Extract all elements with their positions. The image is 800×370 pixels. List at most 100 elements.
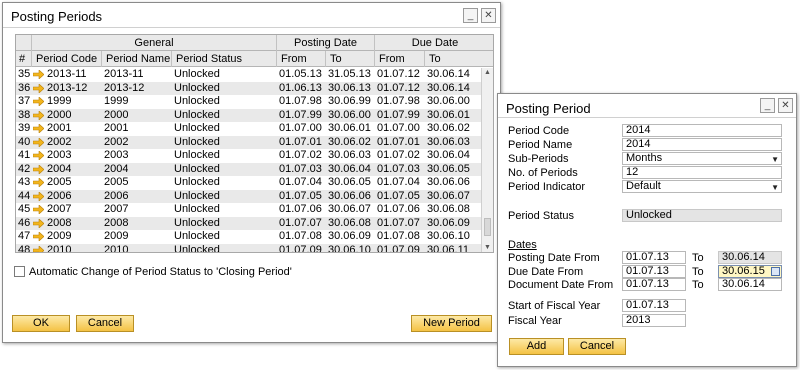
document-date-to-field[interactable]: 30.06.14 — [718, 278, 782, 291]
start-fiscal-year-field[interactable]: 01.07.13 — [622, 299, 686, 312]
cell-dd-from: 01.07.99 — [377, 108, 420, 121]
cell-dd-from: 01.07.98 — [377, 95, 420, 107]
table-row[interactable]: 43 2005 2005 Unlocked 01.07.04 30.06.05 01.07.… — [16, 176, 481, 190]
add-button[interactable]: Add — [509, 338, 564, 355]
posting-period-titlebar[interactable]: Posting Period _ ✕ — [498, 94, 796, 118]
cell-dd-to: 30.06.14 — [427, 68, 470, 80]
table-row[interactable]: 46 2008 2008 Unlocked 01.07.07 30.06.08 01.07.… — [16, 216, 481, 230]
cancel-button[interactable]: Cancel — [568, 338, 626, 355]
col-posting-from[interactable]: From — [277, 51, 326, 67]
cell-status: Unlocked — [174, 162, 220, 175]
sub-periods-select[interactable]: Months ▼ — [622, 152, 782, 165]
minimize-button[interactable]: _ — [760, 98, 775, 113]
link-arrow-icon[interactable] — [33, 97, 44, 106]
link-arrow-icon[interactable] — [33, 124, 44, 133]
cell-name: 2003 — [104, 149, 129, 161]
cell-status: Unlocked — [174, 135, 220, 148]
period-indicator-select[interactable]: Default ▼ — [622, 180, 782, 193]
cell-status: Unlocked — [174, 68, 220, 80]
table-row[interactable]: 41 2003 2003 Unlocked 01.07.02 30.06.03 01.07.… — [16, 149, 481, 163]
link-arrow-icon[interactable] — [33, 151, 44, 160]
cell-num: 45 — [18, 203, 31, 215]
grid-group-header: General Posting Date Due Date — [16, 35, 493, 51]
cell-pd-from: 01.07.09 — [279, 243, 322, 253]
new-period-button[interactable]: New Period — [411, 315, 492, 332]
close-button[interactable]: ✕ — [778, 98, 793, 113]
cell-pd-to: 31.05.13 — [328, 68, 371, 80]
auto-change-checkbox[interactable] — [14, 266, 25, 277]
col-posting-to[interactable]: To — [326, 51, 375, 67]
cancel-button[interactable]: Cancel — [76, 315, 134, 332]
link-arrow-icon[interactable] — [33, 70, 44, 79]
col-due-from[interactable]: From — [375, 51, 425, 67]
table-row[interactable]: 37 1999 1999 Unlocked 01.07.98 30.06.99 01.07.… — [16, 95, 481, 109]
cell-dd-from: 01.07.12 — [377, 68, 420, 80]
col-period-status[interactable]: Period Status — [172, 51, 277, 67]
cell-dd-from: 01.07.07 — [377, 216, 420, 229]
link-arrow-icon[interactable] — [33, 232, 44, 241]
link-arrow-icon[interactable] — [33, 110, 44, 120]
posting-periods-titlebar[interactable]: Posting Periods _ ✕ — [3, 3, 500, 28]
dropdown-arrow-icon[interactable]: ▼ — [771, 154, 779, 164]
cell-num: 47 — [18, 230, 31, 242]
calendar-icon[interactable] — [771, 267, 780, 276]
table-row[interactable]: 44 2006 2006 Unlocked 01.07.05 30.06.06 01.07.… — [16, 189, 481, 203]
ok-button[interactable]: OK — [12, 315, 70, 332]
col-due-to[interactable]: To — [425, 51, 493, 67]
link-arrow-icon[interactable] — [33, 245, 44, 254]
link-arrow-icon[interactable] — [33, 205, 44, 214]
fiscal-year-field[interactable]: 2013 — [622, 314, 686, 327]
table-row[interactable]: 45 2007 2007 Unlocked 01.07.06 30.06.07 01.07.… — [16, 203, 481, 217]
cell-code: 2002 — [47, 135, 72, 148]
minimize-button[interactable]: _ — [463, 8, 478, 23]
col-num[interactable]: # — [16, 51, 32, 67]
cell-pd-from: 01.07.05 — [279, 189, 322, 202]
cell-code: 2013-11 — [47, 68, 87, 80]
dropdown-arrow-icon[interactable]: ▼ — [771, 182, 779, 192]
window-title: Posting Period — [506, 101, 591, 116]
table-row[interactable]: 36 2013-12 2013-12 Unlocked 01.06.13 30.06.13… — [16, 81, 481, 95]
cell-dd-from: 01.07.05 — [377, 189, 420, 202]
link-arrow-icon[interactable] — [33, 178, 44, 187]
link-arrow-icon[interactable] — [33, 83, 44, 93]
table-row[interactable]: 48 2010 2010 Unlocked 01.07.09 30.06.10 01.07.… — [16, 243, 481, 254]
cell-name: 2013-12 — [104, 81, 145, 94]
due-date-to-field[interactable]: 30.06.15 — [718, 265, 782, 278]
col-period-name[interactable]: Period Name — [102, 51, 172, 67]
cell-name: 2008 — [104, 216, 129, 229]
link-arrow-icon[interactable] — [33, 218, 44, 228]
cell-pd-to: 30.06.13 — [328, 81, 371, 94]
cell-dd-to: 30.06.05 — [427, 162, 470, 175]
table-row[interactable]: 39 2001 2001 Unlocked 01.07.00 30.06.01 01.07.… — [16, 122, 481, 136]
scroll-down-icon[interactable]: ▼ — [483, 244, 492, 251]
table-row[interactable]: 40 2002 2002 Unlocked 01.07.01 30.06.02 01.07.… — [16, 135, 481, 149]
scroll-thumb[interactable] — [484, 218, 491, 236]
table-row[interactable]: 47 2009 2009 Unlocked 01.07.08 30.06.09 01.07.… — [16, 230, 481, 244]
cell-name: 2000 — [104, 108, 129, 121]
cell-code: 2008 — [47, 216, 72, 229]
period-code-field[interactable]: 2014 — [622, 124, 782, 137]
cell-status: Unlocked — [174, 108, 220, 121]
document-date-from-field[interactable]: 01.07.13 — [622, 278, 686, 291]
close-button[interactable]: ✕ — [481, 8, 496, 23]
cell-dd-to: 30.06.03 — [427, 135, 470, 148]
table-row[interactable]: 42 2004 2004 Unlocked 01.07.03 30.06.04 01.07.… — [16, 162, 481, 176]
posting-date-to-label: To — [692, 252, 704, 264]
col-period-code[interactable]: Period Code — [32, 51, 102, 67]
posting-date-from-field[interactable]: 01.07.13 — [622, 251, 686, 264]
scroll-up-icon[interactable]: ▲ — [483, 69, 492, 76]
table-row[interactable]: 38 2000 2000 Unlocked 01.07.99 30.06.00 01.07.… — [16, 108, 481, 122]
cell-num: 41 — [18, 149, 31, 161]
no-of-periods-field[interactable]: 12 — [622, 166, 782, 179]
period-name-field[interactable]: 2014 — [622, 138, 782, 151]
due-date-from-field[interactable]: 01.07.13 — [622, 265, 686, 278]
link-arrow-icon[interactable] — [33, 137, 44, 147]
cell-dd-from: 01.07.04 — [377, 176, 420, 188]
cell-dd-from: 01.07.01 — [377, 135, 420, 148]
table-row[interactable]: 35 2013-11 2013-11 Unlocked 01.05.13 31.05.13… — [16, 68, 481, 82]
posting-periods-grid: General Posting Date Due Date # Period C… — [15, 34, 494, 253]
link-arrow-icon[interactable] — [33, 191, 44, 201]
grid-vertical-scrollbar[interactable]: ▲ ▼ — [481, 68, 493, 252]
cell-pd-to: 30.06.06 — [328, 189, 371, 202]
link-arrow-icon[interactable] — [33, 164, 44, 174]
